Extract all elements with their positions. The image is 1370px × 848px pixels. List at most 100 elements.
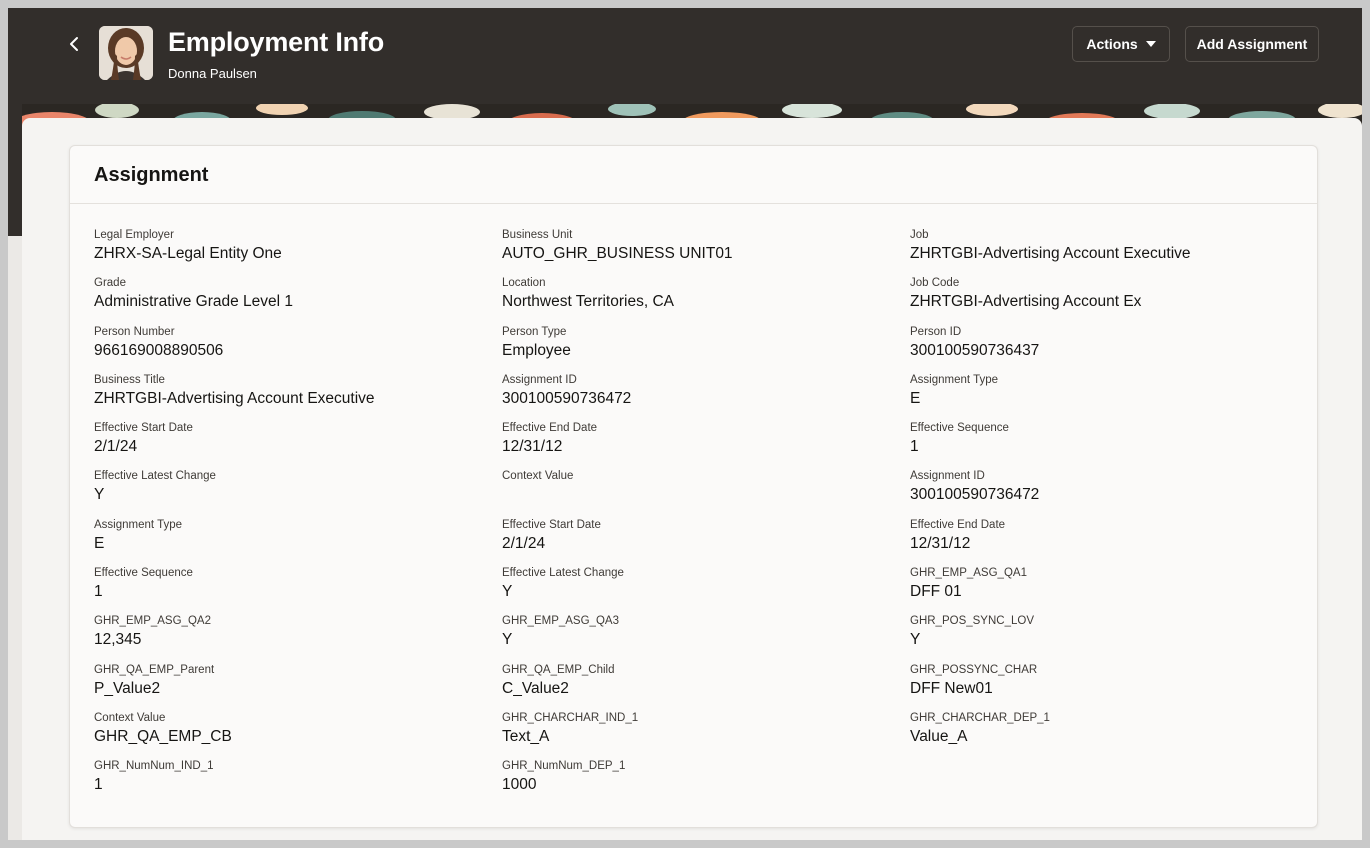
- field-value: Administrative Grade Level 1: [94, 293, 294, 311]
- detail-field: GHR_CHARCHAR_IND_1 Text_A: [502, 711, 910, 759]
- field-label: GHR_NumNum_DEP_1: [502, 760, 626, 773]
- field-value: 1000: [502, 776, 537, 794]
- caret-down-icon: [1145, 41, 1156, 47]
- field-label: Effective Start Date: [94, 422, 193, 435]
- field-label: Effective Latest Change: [94, 470, 216, 483]
- detail-field: Assignment Type E: [910, 373, 1310, 421]
- detail-field: Effective End Date 12/31/12: [502, 421, 910, 469]
- field-value: ZHRTGBI-Advertising Account Executive: [94, 389, 375, 407]
- detail-field: Job ZHRTGBI-Advertising Account Executive: [910, 228, 1310, 276]
- field-label: Assignment ID: [502, 373, 577, 386]
- detail-field: Grade Administrative Grade Level 1: [94, 276, 502, 324]
- field-value: Text_A: [502, 727, 550, 745]
- field-label: Assignment ID: [910, 470, 985, 483]
- field-label: Location: [502, 277, 546, 290]
- add-assignment-button[interactable]: Add Assignment: [1185, 26, 1319, 62]
- assignment-card: Assignment Legal Employer ZHRX-SA-Legal E…: [69, 145, 1318, 828]
- field-value: 12/31/12: [502, 438, 563, 456]
- detail-field: Business Unit AUTO_GHR_BUSINESS UNIT01: [502, 228, 910, 276]
- field-value: AUTO_GHR_BUSINESS UNIT01: [502, 245, 733, 262]
- detail-field: GHR_POSSYNC_CHAR DFF New01: [910, 663, 1310, 711]
- field-value: 2/1/24: [94, 438, 138, 456]
- field-label: Business Title: [94, 373, 165, 386]
- field-label: Grade: [94, 277, 126, 290]
- detail-field: Person Type Employee: [502, 325, 910, 373]
- side-strip: [8, 236, 22, 840]
- field-label: Effective Start Date: [502, 518, 601, 531]
- detail-field: GHR_EMP_ASG_QA3 Y: [502, 614, 910, 662]
- field-value: ZHRTGBI-Advertising Account Ex: [910, 293, 1142, 311]
- field-label: Context Value: [502, 470, 574, 483]
- detail-field: GHR_CHARCHAR_DEP_1 Value_A: [910, 711, 1310, 759]
- detail-field: Effective Sequence 1: [910, 421, 1310, 469]
- field-value: 1: [94, 776, 103, 794]
- detail-field: Effective Start Date 2/1/24: [94, 421, 502, 469]
- field-label: GHR_POS_SYNC_LOV: [910, 615, 1034, 628]
- detail-field: Assignment ID 300100590736472: [910, 469, 1310, 517]
- field-value: Y: [94, 486, 105, 504]
- field-label: GHR_EMP_ASG_QA1: [910, 567, 1027, 580]
- field-value: Y: [910, 631, 921, 649]
- person-name: Donna Paulsen: [168, 66, 257, 81]
- field-value: P_Value2: [94, 679, 161, 697]
- field-label: Effective End Date: [502, 422, 598, 435]
- card-title: Assignment: [94, 164, 209, 186]
- field-label: GHR_EMP_ASG_QA3: [502, 615, 619, 628]
- chevron-left-icon: [70, 37, 78, 51]
- field-label: Effective End Date: [910, 518, 1006, 531]
- field-label: Legal Employer: [94, 229, 174, 241]
- field-label: GHR_EMP_ASG_QA2: [94, 615, 211, 628]
- detail-field: Context Value: [502, 469, 910, 517]
- field-label: Assignment Type: [910, 373, 999, 386]
- detail-field: GHR_NumNum_DEP_1 1000: [502, 759, 910, 807]
- field-value: C_Value2: [502, 679, 569, 697]
- back-button[interactable]: [60, 30, 88, 58]
- field-value: ZHRX-SA-Legal Entity One: [94, 245, 282, 262]
- field-value: E: [910, 389, 921, 407]
- detail-field: Person Number 966169008890506: [94, 325, 502, 373]
- app-window: Employment Info Donna Paulsen Actions Ad…: [8, 8, 1362, 840]
- avatar: [99, 26, 153, 80]
- field-label: GHR_NumNum_IND_1: [94, 760, 214, 773]
- detail-field: Effective End Date 12/31/12: [910, 518, 1310, 566]
- person-photo: [99, 26, 153, 80]
- field-label: GHR_QA_EMP_Parent: [94, 663, 215, 676]
- detail-field: GHR_EMP_ASG_QA1 DFF 01: [910, 566, 1310, 614]
- actions-button-label: Actions: [1086, 36, 1138, 52]
- field-label: Effective Latest Change: [502, 567, 624, 580]
- field-value: Y: [502, 583, 513, 601]
- field-value: 300100590736437: [910, 341, 1040, 359]
- field-value: 1: [910, 438, 919, 456]
- detail-field: GHR_NumNum_IND_1 1: [94, 759, 502, 807]
- card-divider: [70, 203, 1317, 204]
- detail-field: Context Value GHR_QA_EMP_CB: [94, 711, 502, 759]
- field-value: 300100590736472: [502, 389, 632, 407]
- assignment-fields: Legal Employer ZHRX-SA-Legal Entity One Bu…: [94, 228, 1314, 808]
- field-value: Employee: [502, 341, 571, 359]
- field-label: Job Code: [910, 277, 960, 290]
- field-label: Effective Sequence: [910, 422, 1009, 435]
- field-label: GHR_CHARCHAR_IND_1: [502, 711, 639, 724]
- field-value: DFF New01: [910, 679, 993, 697]
- field-label: GHR_POSSYNC_CHAR: [910, 663, 1038, 676]
- detail-field: Business Title ZHRTGBI-Advertising Accoun…: [94, 373, 502, 421]
- field-value: 966169008890506: [94, 341, 224, 359]
- field-label: Assignment Type: [94, 518, 183, 531]
- detail-field: Assignment Type E: [94, 518, 502, 566]
- detail-field: GHR_QA_EMP_Child C_Value2: [502, 663, 910, 711]
- field-label: GHR_CHARCHAR_DEP_1: [910, 711, 1050, 724]
- field-label: Person Type: [502, 325, 567, 338]
- field-value: 12/31/12: [910, 534, 971, 552]
- detail-field: Assignment ID 300100590736472: [502, 373, 910, 421]
- field-label: Business Unit: [502, 229, 573, 241]
- detail-field: Effective Start Date 2/1/24: [502, 518, 910, 566]
- field-value: [502, 484, 910, 506]
- detail-field: Job Code ZHRTGBI-Advertising Account Ex: [910, 276, 1310, 324]
- field-value: E: [94, 534, 105, 552]
- field-value: Y: [502, 631, 513, 649]
- actions-button[interactable]: Actions: [1072, 26, 1170, 62]
- field-label: GHR_QA_EMP_Child: [502, 663, 615, 676]
- detail-field: GHR_POS_SYNC_LOV Y: [910, 614, 1310, 662]
- field-value: 300100590736472: [910, 486, 1040, 504]
- field-label: Effective Sequence: [94, 567, 193, 580]
